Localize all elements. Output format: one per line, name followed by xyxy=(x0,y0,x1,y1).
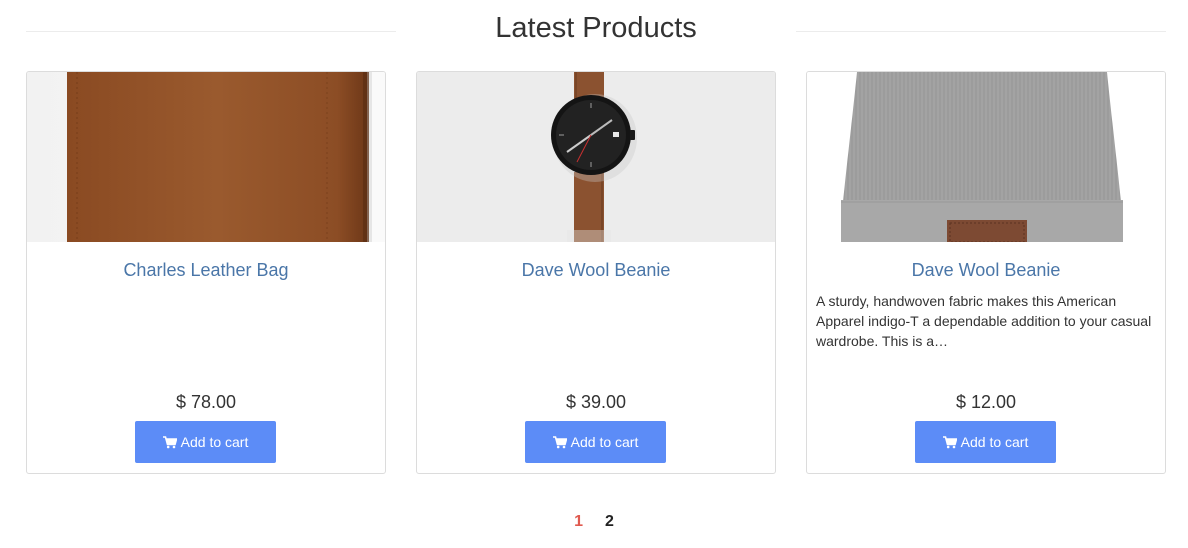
product-image-wool-beanie[interactable] xyxy=(807,72,1165,242)
product-description: A sturdy, handwoven fabric makes this Am… xyxy=(816,293,1152,349)
product-card: Dave Wool Beanie $ 39.00 Add to cart xyxy=(416,71,776,474)
product-grid: Charles Leather Bag $ 78.00 Add to cart xyxy=(26,71,1166,474)
wristwatch-image xyxy=(417,72,775,242)
cart-icon xyxy=(942,435,957,448)
wool-beanie-image xyxy=(807,72,1165,242)
product-price: $ 12.00 xyxy=(955,392,1017,412)
page-link-2[interactable]: 2 xyxy=(605,510,614,534)
product-image-wristwatch[interactable] xyxy=(417,72,775,242)
product-title[interactable]: Dave Wool Beanie xyxy=(417,259,775,281)
header-divider-right xyxy=(796,31,1166,32)
add-to-cart-button[interactable]: Add to cart xyxy=(525,421,666,463)
pagination: 1 2 xyxy=(0,510,1188,534)
page-link-1[interactable]: 1 xyxy=(574,510,583,534)
section-title: Latest Products xyxy=(495,12,697,44)
product-price: $ 78.00 xyxy=(175,392,237,412)
product-card: Dave Wool Beanie A sturdy, handwoven fab… xyxy=(806,71,1166,474)
add-to-cart-label: Add to cart xyxy=(570,434,639,450)
section-header: Latest Products xyxy=(26,6,1166,50)
add-to-cart-button[interactable]: Add to cart xyxy=(135,421,276,463)
add-to-cart-label: Add to cart xyxy=(180,434,249,450)
add-to-cart-label: Add to cart xyxy=(960,434,1029,450)
leather-wallet-image xyxy=(27,72,385,242)
cart-icon xyxy=(552,435,567,448)
product-title[interactable]: Charles Leather Bag xyxy=(27,259,385,281)
product-price: $ 39.00 xyxy=(565,392,627,412)
product-image-leather-wallet[interactable] xyxy=(27,72,385,242)
add-to-cart-button[interactable]: Add to cart xyxy=(915,421,1056,463)
cart-icon xyxy=(162,435,177,448)
product-card: Charles Leather Bag $ 78.00 Add to cart xyxy=(26,71,386,474)
product-title[interactable]: Dave Wool Beanie xyxy=(807,259,1165,281)
